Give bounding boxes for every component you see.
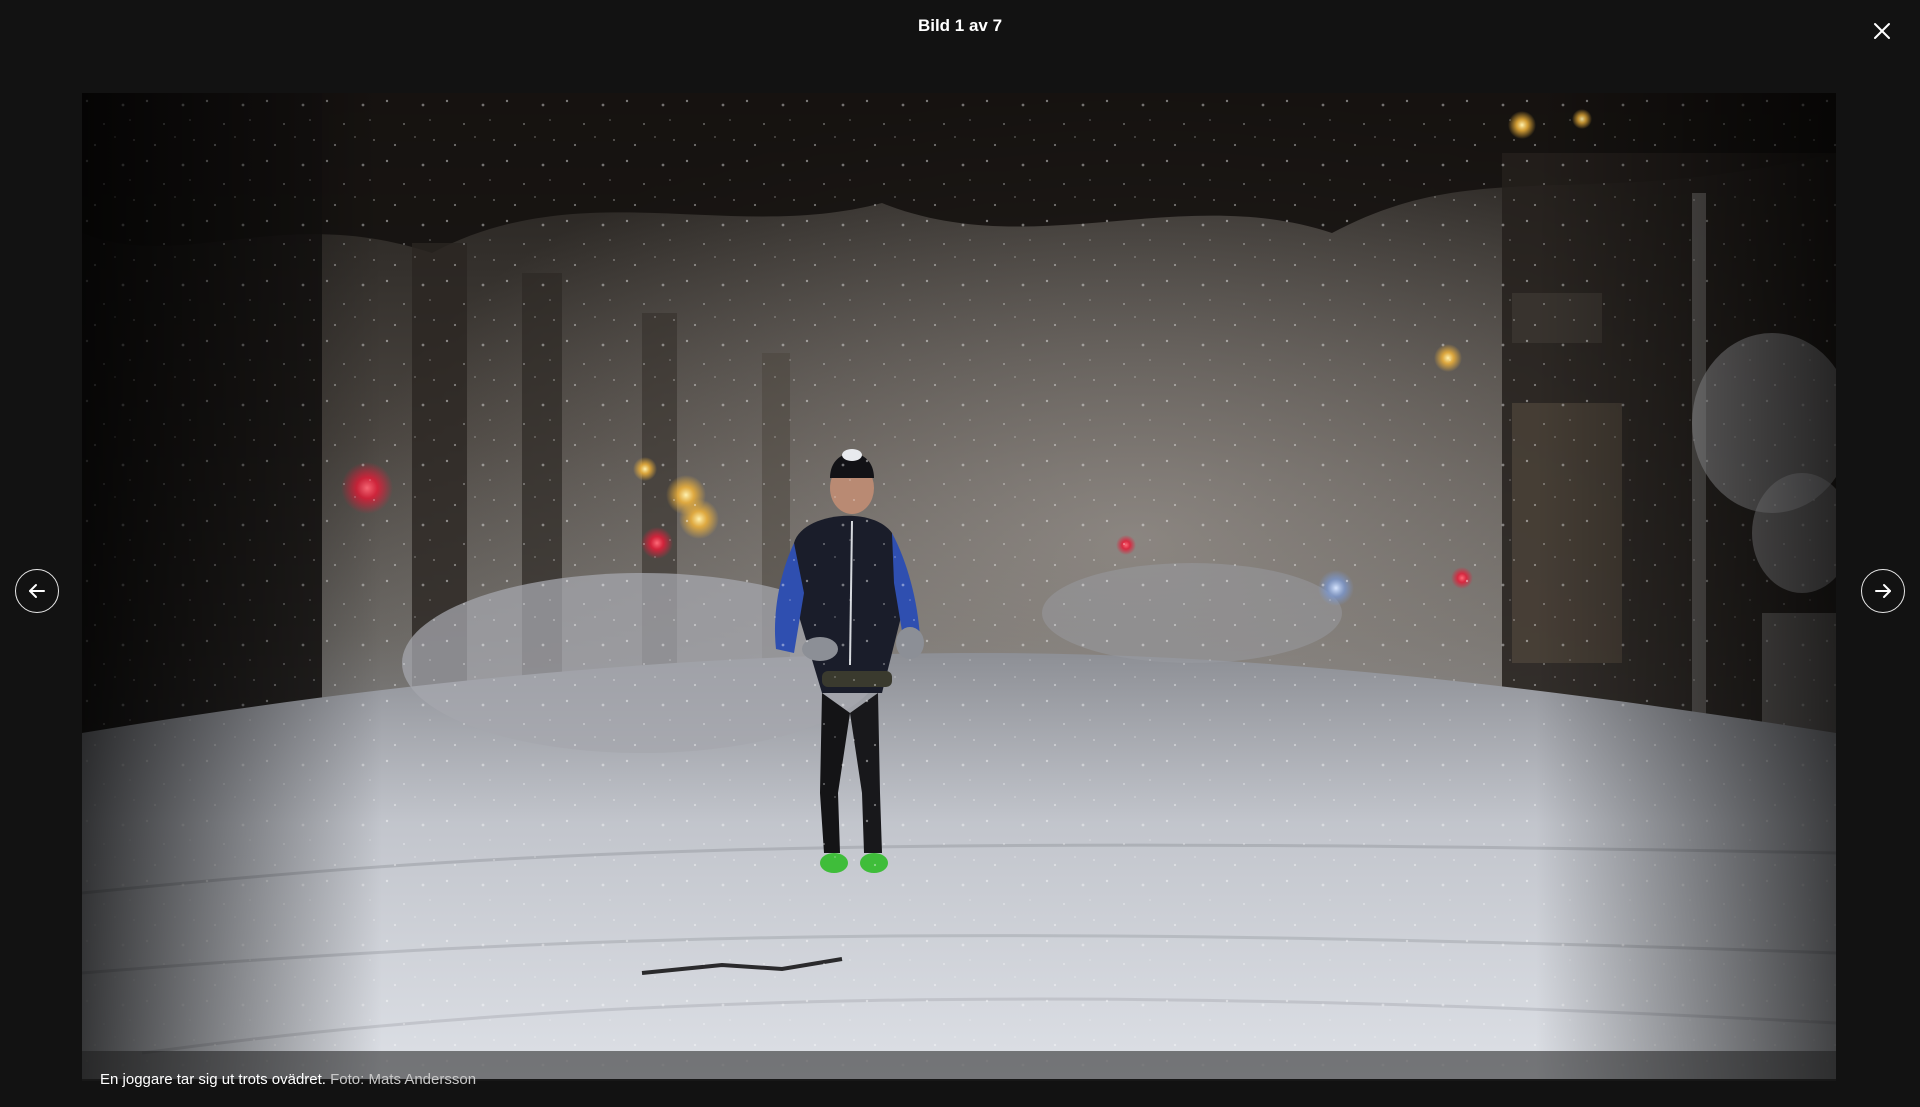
next-image-button[interactable] [1861,569,1905,613]
arrow-right-icon [1875,584,1891,598]
caption-text: En joggare tar sig ut trots ovädret. [100,1071,326,1088]
gallery-photo [82,93,1836,1079]
image-counter: Bild 1 av 7 [917,16,1003,35]
photo-jogger-in-snowstorm [82,93,1836,1079]
photo-caption: En joggare tar sig ut trots ovädret. Fot… [100,1071,476,1089]
close-icon [1874,23,1890,39]
image-gallery-viewer: Bild 1 av 7 En joggare tar sig ut trots … [0,0,1920,1107]
arrow-left-icon [29,584,45,598]
close-button[interactable] [1866,15,1898,47]
previous-image-button[interactable] [15,569,59,613]
photo-credit: Foto: Mats Andersson [330,1071,477,1088]
